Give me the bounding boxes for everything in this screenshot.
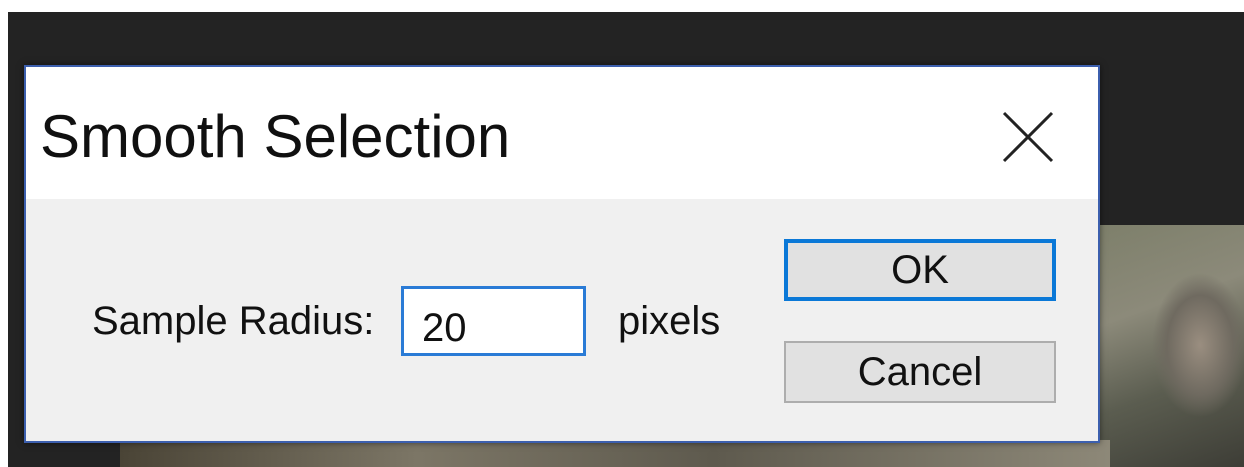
screen: Smooth Selection Sample Radius: pixels O…: [0, 0, 1244, 467]
close-icon: [1002, 111, 1054, 163]
smooth-selection-dialog: Smooth Selection Sample Radius: pixels O…: [24, 65, 1100, 443]
cancel-button[interactable]: Cancel: [784, 341, 1056, 403]
background-photo-strip: [120, 440, 1110, 467]
close-button[interactable]: [998, 107, 1058, 167]
sample-radius-label: Sample Radius:: [92, 299, 375, 343]
dialog-titlebar[interactable]: Smooth Selection: [26, 67, 1098, 199]
background-photo: [1090, 225, 1244, 467]
unit-label: pixels: [618, 299, 721, 343]
ok-button[interactable]: OK: [784, 239, 1056, 301]
sample-radius-input[interactable]: [401, 286, 586, 356]
dialog-title: Smooth Selection: [40, 103, 511, 170]
